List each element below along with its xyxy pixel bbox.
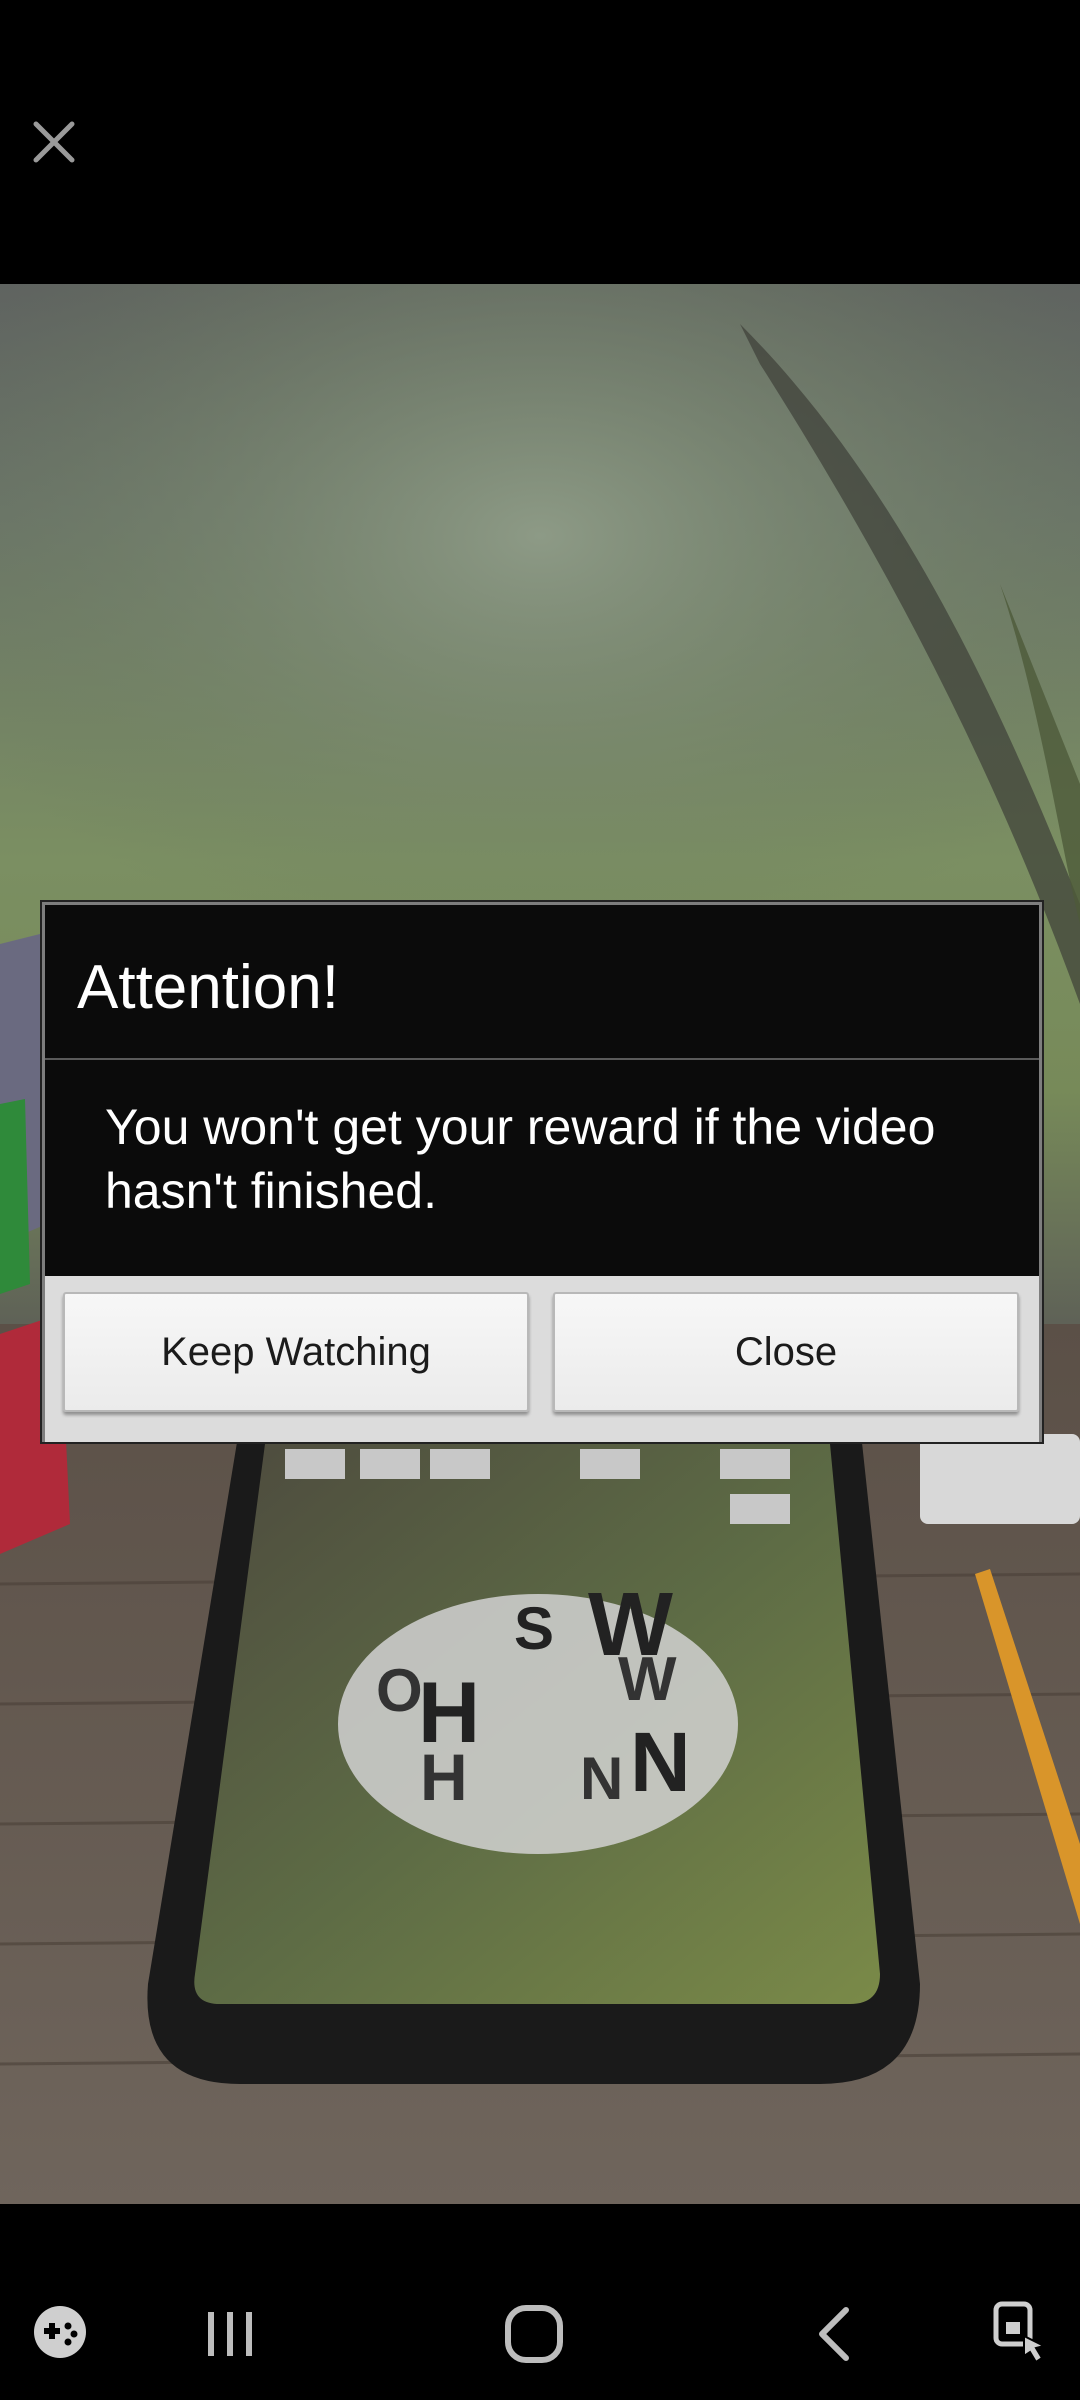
system-navigation-bar xyxy=(0,2204,1080,2400)
back-icon[interactable] xyxy=(810,2304,862,2364)
recents-icon[interactable] xyxy=(198,2304,262,2364)
ad-video-frame: S W W H H N N O Attention! You won't get… xyxy=(0,284,1080,2204)
home-icon[interactable] xyxy=(500,2300,568,2368)
attention-dialog: Attention! You won't get your reward if … xyxy=(42,902,1042,1442)
game-launcher-icon[interactable] xyxy=(28,2300,92,2364)
dialog-message: You won't get your reward if the video h… xyxy=(105,1099,936,1219)
ad-top-bar xyxy=(0,0,1080,284)
dialog-title: Attention! xyxy=(77,953,339,1022)
accessibility-icon[interactable] xyxy=(986,2296,1058,2368)
close-icon[interactable] xyxy=(22,110,86,174)
title-divider xyxy=(45,1058,1039,1060)
dialog-button-bar: Keep Watching Close xyxy=(45,1276,1039,1442)
close-button[interactable]: Close xyxy=(553,1292,1019,1412)
keep-watching-button[interactable]: Keep Watching xyxy=(63,1292,529,1412)
